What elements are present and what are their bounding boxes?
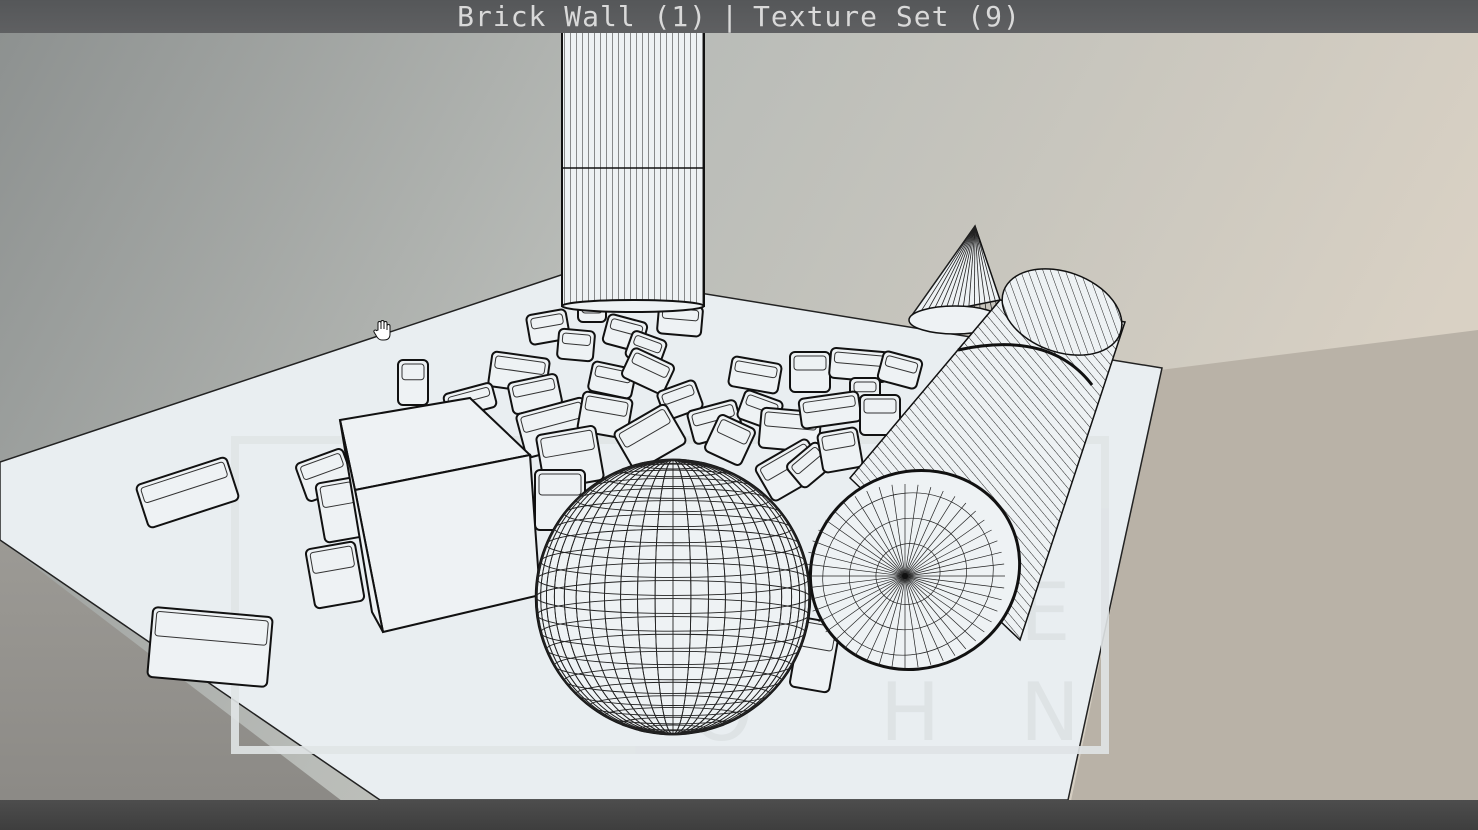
status-bar bbox=[0, 800, 1478, 830]
brick[interactable] bbox=[146, 606, 274, 688]
watermark-letter-4: N bbox=[1020, 666, 1080, 759]
brick[interactable] bbox=[816, 426, 864, 474]
brick[interactable] bbox=[789, 351, 831, 393]
brick[interactable] bbox=[397, 359, 429, 406]
viewport-app: E O H N bbox=[0, 0, 1478, 830]
hand-cursor-icon bbox=[373, 320, 391, 341]
3d-viewport[interactable]: E O H N bbox=[0, 0, 1478, 830]
object-name-label: Brick Wall (1) bbox=[457, 0, 708, 33]
title-separator: | bbox=[721, 0, 739, 33]
brick[interactable] bbox=[304, 540, 366, 610]
tall-cylinder[interactable] bbox=[561, 17, 705, 313]
texture-set-label: Texture Set (9) bbox=[753, 0, 1021, 33]
brick[interactable] bbox=[556, 327, 596, 363]
sphere[interactable] bbox=[534, 458, 812, 736]
watermark-letter-3: H bbox=[880, 666, 940, 759]
title-bar: Brick Wall (1) | Texture Set (9) bbox=[0, 0, 1478, 33]
